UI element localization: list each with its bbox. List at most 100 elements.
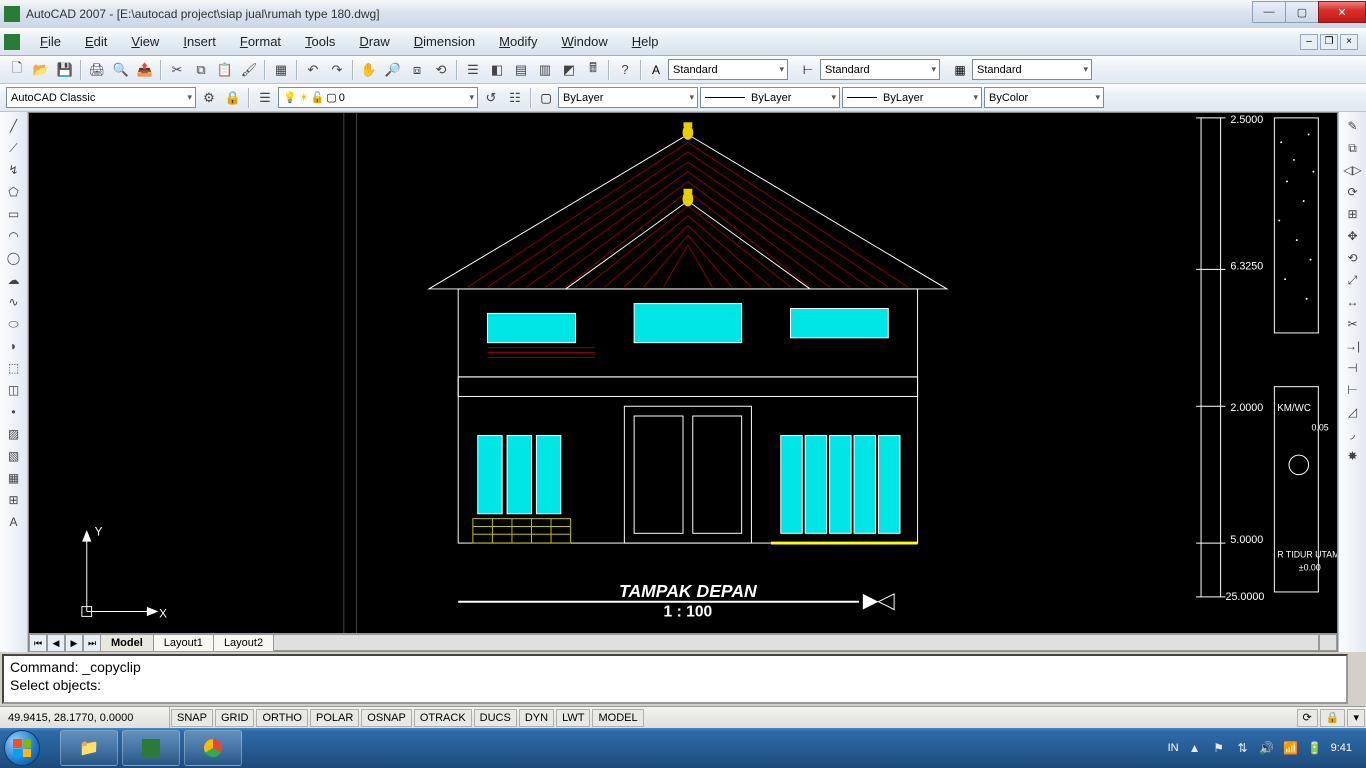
- tab-model[interactable]: Model: [100, 634, 154, 652]
- rectangle-icon[interactable]: ▭: [3, 204, 25, 224]
- menu-tools[interactable]: Tools: [293, 30, 347, 53]
- quickcalc-icon[interactable]: 🖩: [582, 59, 604, 81]
- status-tray-icon[interactable]: ▾: [1347, 709, 1365, 727]
- layer-combo[interactable]: 💡☀🔓▢ 0: [278, 87, 478, 108]
- tab-next-icon[interactable]: ▶: [65, 634, 83, 652]
- move-icon[interactable]: ✥: [1342, 226, 1364, 246]
- menu-help[interactable]: Help: [620, 30, 671, 53]
- mdi-restore[interactable]: ❐: [1320, 34, 1338, 50]
- spline-icon[interactable]: ∿: [3, 292, 25, 312]
- tab-prev-icon[interactable]: ◀: [47, 634, 65, 652]
- open-icon[interactable]: 📂: [30, 59, 52, 81]
- task-chrome[interactable]: [184, 730, 242, 766]
- arc-icon[interactable]: ◠: [3, 226, 25, 246]
- tab-first-icon[interactable]: ⏮: [29, 634, 47, 652]
- tray-lang[interactable]: IN: [1168, 742, 1179, 754]
- zoom-prev-icon[interactable]: ⟲: [430, 59, 452, 81]
- task-explorer[interactable]: 📁: [60, 730, 118, 766]
- layer-states-icon[interactable]: ☷: [504, 87, 526, 109]
- start-button[interactable]: [4, 729, 58, 767]
- mtext-icon[interactable]: A: [3, 512, 25, 532]
- layer-manager-icon[interactable]: ☰: [254, 87, 276, 109]
- tablestyle-combo[interactable]: Standard: [972, 59, 1092, 80]
- minimize-button[interactable]: —: [1252, 1, 1286, 23]
- mdi-close[interactable]: ×: [1340, 34, 1358, 50]
- drawing-canvas[interactable]: Y X: [29, 113, 1337, 633]
- linetype-combo[interactable]: ByLayer: [700, 87, 840, 108]
- tab-layout1[interactable]: Layout1: [153, 634, 214, 652]
- paste-icon[interactable]: 📋: [214, 59, 236, 81]
- help-icon[interactable]: ?: [614, 59, 636, 81]
- layer-prev-icon[interactable]: ↺: [480, 87, 502, 109]
- gradient-icon[interactable]: ▧: [3, 446, 25, 466]
- toggle-polar[interactable]: POLAR: [310, 709, 359, 727]
- toggle-ducs[interactable]: DUCS: [474, 709, 517, 727]
- toggle-model[interactable]: MODEL: [592, 709, 643, 727]
- match-icon[interactable]: 🖌: [238, 59, 260, 81]
- trim-icon[interactable]: ✂: [1342, 314, 1364, 334]
- region-icon[interactable]: ▦: [3, 468, 25, 488]
- tray-up-icon[interactable]: ▲: [1187, 740, 1203, 756]
- xline-icon[interactable]: ⟋: [3, 138, 25, 158]
- tab-last-icon[interactable]: ⏭: [83, 634, 101, 652]
- chamfer-icon[interactable]: ◿: [1342, 402, 1364, 422]
- markup-icon[interactable]: ◩: [558, 59, 580, 81]
- break-icon[interactable]: ⊣: [1342, 358, 1364, 378]
- zoom-rt-icon[interactable]: 🔎: [382, 59, 404, 81]
- line-icon[interactable]: ╱: [3, 116, 25, 136]
- stretch-icon[interactable]: ↔: [1342, 292, 1364, 312]
- color-combo[interactable]: ByLayer: [558, 87, 698, 108]
- fillet-icon[interactable]: ◞: [1342, 424, 1364, 444]
- publish-icon[interactable]: 📤: [134, 59, 156, 81]
- task-autocad[interactable]: [122, 730, 180, 766]
- plotstyle-combo[interactable]: ByColor: [984, 87, 1104, 108]
- tray-flag-icon[interactable]: ⚑: [1211, 740, 1227, 756]
- mdi-minimize[interactable]: –: [1300, 34, 1318, 50]
- save-icon[interactable]: 💾: [54, 59, 76, 81]
- undo-icon[interactable]: ↶: [302, 59, 324, 81]
- hscrollbar[interactable]: [273, 634, 1319, 651]
- textstyle-combo[interactable]: Standard: [668, 59, 788, 80]
- mirror-icon[interactable]: ◁▷: [1342, 160, 1364, 180]
- explode-icon[interactable]: ✸: [1342, 446, 1364, 466]
- dimstyle-combo[interactable]: Standard: [820, 59, 940, 80]
- menu-draw[interactable]: Draw: [347, 30, 401, 53]
- cut-icon[interactable]: ✂: [166, 59, 188, 81]
- polygon-icon[interactable]: ⬠: [3, 182, 25, 202]
- toggle-lwt[interactable]: LWT: [556, 709, 590, 727]
- menu-format[interactable]: Format: [228, 30, 293, 53]
- toggle-otrack[interactable]: OTRACK: [414, 709, 472, 727]
- toggle-dyn[interactable]: DYN: [519, 709, 554, 727]
- block-icon[interactable]: ▦: [270, 59, 292, 81]
- extend-icon[interactable]: →|: [1342, 336, 1364, 356]
- copy2-icon[interactable]: ⧉: [1342, 138, 1364, 158]
- array-icon[interactable]: ⊞: [1342, 204, 1364, 224]
- design-center-icon[interactable]: ◧: [486, 59, 508, 81]
- toggle-ortho[interactable]: ORTHO: [256, 709, 308, 727]
- tray-clock[interactable]: 9:41: [1331, 742, 1352, 754]
- insert-block-icon[interactable]: ⬚: [3, 358, 25, 378]
- color-swatch-icon[interactable]: ▢: [536, 88, 556, 108]
- status-lock-icon[interactable]: 🔒: [1320, 709, 1346, 727]
- new-icon[interactable]: 🗋: [6, 59, 28, 81]
- toggle-osnap[interactable]: OSNAP: [361, 709, 412, 727]
- offset-icon[interactable]: ⟳: [1342, 182, 1364, 202]
- status-coords[interactable]: 49.9415, 28.1770, 0.0000: [0, 707, 170, 728]
- table-icon[interactable]: ⊞: [3, 490, 25, 510]
- pan-icon[interactable]: ✋: [358, 59, 380, 81]
- polyline-icon[interactable]: ↯: [3, 160, 25, 180]
- toggle-grid[interactable]: GRID: [215, 709, 255, 727]
- menu-insert[interactable]: Insert: [171, 30, 228, 53]
- command-window[interactable]: Command: _copyclip Select objects:: [2, 654, 1348, 704]
- ellipse-icon[interactable]: ⬭: [3, 314, 25, 334]
- workspace-settings-icon[interactable]: ⚙: [198, 87, 220, 109]
- status-comm-icon[interactable]: ⟳: [1297, 709, 1318, 727]
- print-icon[interactable]: 🖨: [86, 59, 108, 81]
- menu-edit[interactable]: Edit: [73, 30, 119, 53]
- menu-modify[interactable]: Modify: [487, 30, 549, 53]
- sheet-set-icon[interactable]: ▥: [534, 59, 556, 81]
- rotate-icon[interactable]: ⟲: [1342, 248, 1364, 268]
- workspace-lock-icon[interactable]: 🔒: [222, 87, 244, 109]
- textstyle-icon[interactable]: A: [646, 60, 666, 80]
- properties-icon[interactable]: ☰: [462, 59, 484, 81]
